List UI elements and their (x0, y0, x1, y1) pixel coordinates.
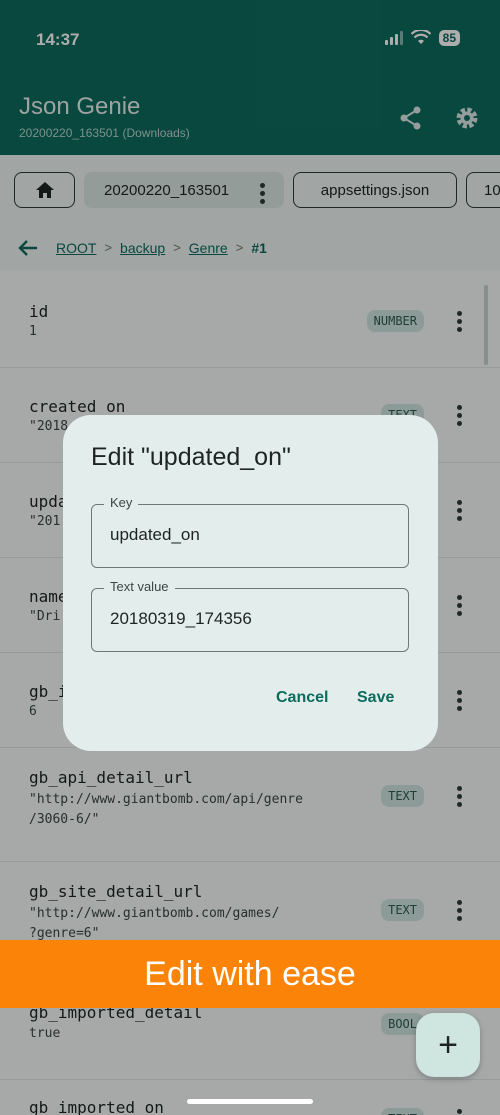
home-indicator[interactable] (187, 1099, 313, 1104)
text-value-field-value[interactable]: 20180319_174356 (110, 609, 252, 629)
text-value-field[interactable]: Text value 20180319_174356 (91, 579, 409, 652)
edit-dialog: Edit "updated_on" Key updated_on Text va… (63, 415, 438, 751)
promo-banner: Edit with ease (0, 940, 500, 1008)
plus-icon: + (438, 1025, 458, 1064)
cancel-button[interactable]: Cancel (276, 689, 328, 707)
text-value-field-label: Text value (104, 579, 175, 594)
key-field-label: Key (104, 495, 139, 510)
save-button[interactable]: Save (357, 689, 394, 707)
add-button[interactable]: + (416, 1013, 480, 1077)
promo-banner-text: Edit with ease (144, 954, 356, 993)
dialog-title: Edit "updated_on" (91, 443, 291, 471)
screen: 14:37 85 Json Genie 20200220_163501 (Dow… (0, 0, 500, 1115)
key-field-value[interactable]: updated_on (110, 525, 200, 545)
key-field[interactable]: Key updated_on (91, 495, 409, 568)
